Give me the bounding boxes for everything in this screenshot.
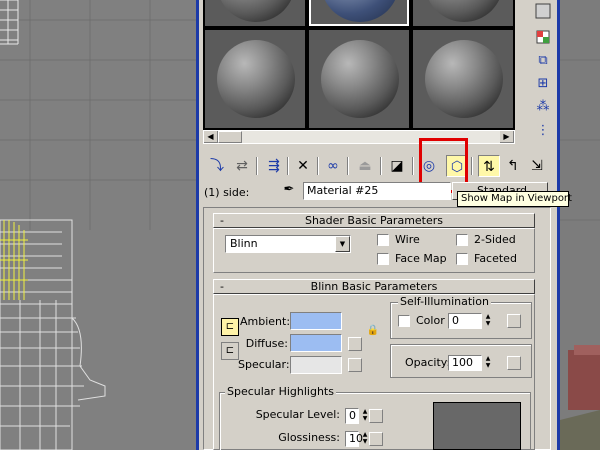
shader-value: Blinn — [230, 237, 258, 250]
sample-slot[interactable] — [413, 30, 513, 128]
sample-slot[interactable] — [413, 0, 513, 26]
specular-label: Specular: — [238, 358, 290, 371]
lock-ambient-diffuse-icon[interactable]: ⊏ — [221, 318, 239, 336]
sample-slot-selected[interactable] — [309, 0, 409, 26]
assign-material-icon[interactable]: ⇶ — [263, 155, 285, 177]
collapse-icon: - — [220, 214, 224, 227]
diffuse-map-button[interactable] — [348, 337, 362, 351]
ambient-color-swatch[interactable] — [290, 312, 342, 330]
side-label: (1) side: — [204, 186, 250, 199]
pick-material-icon[interactable]: ⇲ — [526, 155, 548, 177]
viewport-right-scene — [560, 0, 600, 450]
faceted-label: Faceted — [474, 252, 517, 265]
sample-uv-tiling-icon[interactable]: ⧉ — [532, 50, 554, 72]
toolbar-separator — [412, 157, 414, 175]
toolbar-separator — [380, 157, 382, 175]
sample-slot[interactable] — [309, 30, 409, 128]
collapse-icon: - — [220, 280, 224, 293]
glossiness-label: Glossiness: — [278, 431, 340, 444]
material-sphere — [321, 0, 399, 22]
wire-label: Wire — [395, 233, 420, 246]
glossiness-field[interactable]: 10 — [345, 431, 363, 447]
tooltip: Show Map in Viewport — [457, 191, 572, 207]
self-illum-value-field[interactable]: 0 — [448, 313, 482, 329]
put-to-scene-icon[interactable]: ⇄ — [231, 155, 253, 177]
sample-type-icon[interactable] — [532, 0, 554, 22]
blinn-rollout-header[interactable]: - Blinn Basic Parameters — [213, 279, 535, 294]
toolbar-separator — [317, 157, 319, 175]
sample-slot[interactable] — [205, 30, 305, 128]
self-illum-color-checkbox[interactable] — [398, 315, 410, 327]
material-sphere — [321, 40, 399, 118]
material-sphere — [425, 40, 503, 118]
faceted-checkbox[interactable] — [456, 253, 468, 265]
opacity-value-field[interactable]: 100 — [448, 355, 482, 371]
material-sphere — [217, 0, 295, 22]
specular-color-swatch[interactable] — [290, 356, 342, 374]
toolbar-separator — [347, 157, 349, 175]
diffuse-color-swatch[interactable] — [290, 334, 342, 352]
viewport-right[interactable] — [560, 0, 600, 450]
toolbar-separator — [256, 157, 258, 175]
diffuse-label: Diffuse: — [245, 337, 288, 350]
get-material-icon[interactable]: ⤵ — [206, 155, 228, 177]
material-sphere — [217, 40, 295, 118]
face-map-checkbox[interactable] — [377, 253, 389, 265]
lock-diffuse-specular-icon[interactable]: ⊏ — [221, 342, 239, 360]
shader-rollout-header[interactable]: - Shader Basic Parameters — [213, 213, 535, 228]
specular-map-button[interactable] — [348, 358, 362, 372]
material-effects-channel-icon[interactable]: ◪ — [386, 155, 408, 177]
scroll-thumb[interactable] — [218, 131, 242, 143]
sample-slots-scrollbar[interactable]: ◀ ▶ — [203, 130, 515, 144]
material-sphere — [425, 0, 503, 22]
self-illum-color-label: Color — [416, 314, 445, 327]
opacity-label: Opacity: — [405, 356, 451, 369]
shader-dropdown[interactable]: Blinn ▼ — [225, 235, 351, 253]
reset-icon[interactable]: ✕ — [292, 155, 314, 177]
self-illumination-title: Self-Illumination — [398, 295, 491, 308]
scroll-left-button[interactable]: ◀ — [204, 131, 218, 143]
scroll-right-button[interactable]: ▶ — [500, 131, 514, 143]
two-sided-label: 2-Sided — [474, 233, 516, 246]
wireframe-grid — [0, 0, 196, 450]
video-color-check-icon[interactable]: ⊞ — [532, 73, 554, 95]
opacity-map-button[interactable] — [507, 356, 521, 370]
wire-checkbox[interactable] — [377, 234, 389, 246]
sample-slot[interactable] — [205, 0, 305, 26]
opacity-spinner[interactable]: ▲ ▼ — [483, 355, 493, 371]
pick-material-eyedropper-icon[interactable]: ✒ — [280, 181, 298, 199]
chevron-down-icon[interactable]: ▼ — [335, 236, 350, 252]
specular-level-map-button[interactable] — [369, 409, 383, 423]
background-glyph — [536, 30, 550, 44]
go-forward-to-sibling-icon[interactable]: ↰ — [502, 155, 524, 177]
specular-level-field[interactable]: 0 — [345, 408, 359, 424]
shader-rollout-title: Shader Basic Parameters — [304, 214, 444, 227]
sample-slots — [203, 0, 515, 130]
viewport-left[interactable] — [0, 0, 196, 450]
specular-highlights-title: Specular Highlights — [225, 385, 336, 398]
two-sided-checkbox[interactable] — [456, 234, 468, 246]
make-preview-icon[interactable]: ⁂ — [532, 96, 554, 118]
self-illum-spinner[interactable]: ▲ ▼ — [483, 313, 493, 329]
specular-level-label: Specular Level: — [255, 408, 340, 421]
face-map-label: Face Map — [395, 252, 447, 265]
toolbar-separator — [287, 157, 289, 175]
blinn-rollout-title: Blinn Basic Parameters — [310, 280, 438, 293]
put-to-library-icon[interactable]: ⏏ — [354, 155, 376, 177]
make-unique-icon[interactable]: ∞ — [322, 155, 344, 177]
self-illum-map-button[interactable] — [507, 314, 521, 328]
go-to-parent-icon[interactable]: ⇅ — [478, 155, 500, 177]
ambient-label: Ambient: — [240, 315, 291, 328]
lock-icon[interactable]: 🔒 — [366, 324, 380, 338]
material-name-field[interactable]: Material #25 — [303, 182, 451, 200]
toolbar-separator — [471, 157, 473, 175]
background-icon[interactable] — [532, 26, 554, 48]
sample-type-glyph — [535, 3, 551, 19]
highlight-curve-preview — [433, 402, 521, 450]
options-icon[interactable]: ⋮ — [532, 120, 554, 142]
glossiness-map-button[interactable] — [369, 432, 383, 446]
